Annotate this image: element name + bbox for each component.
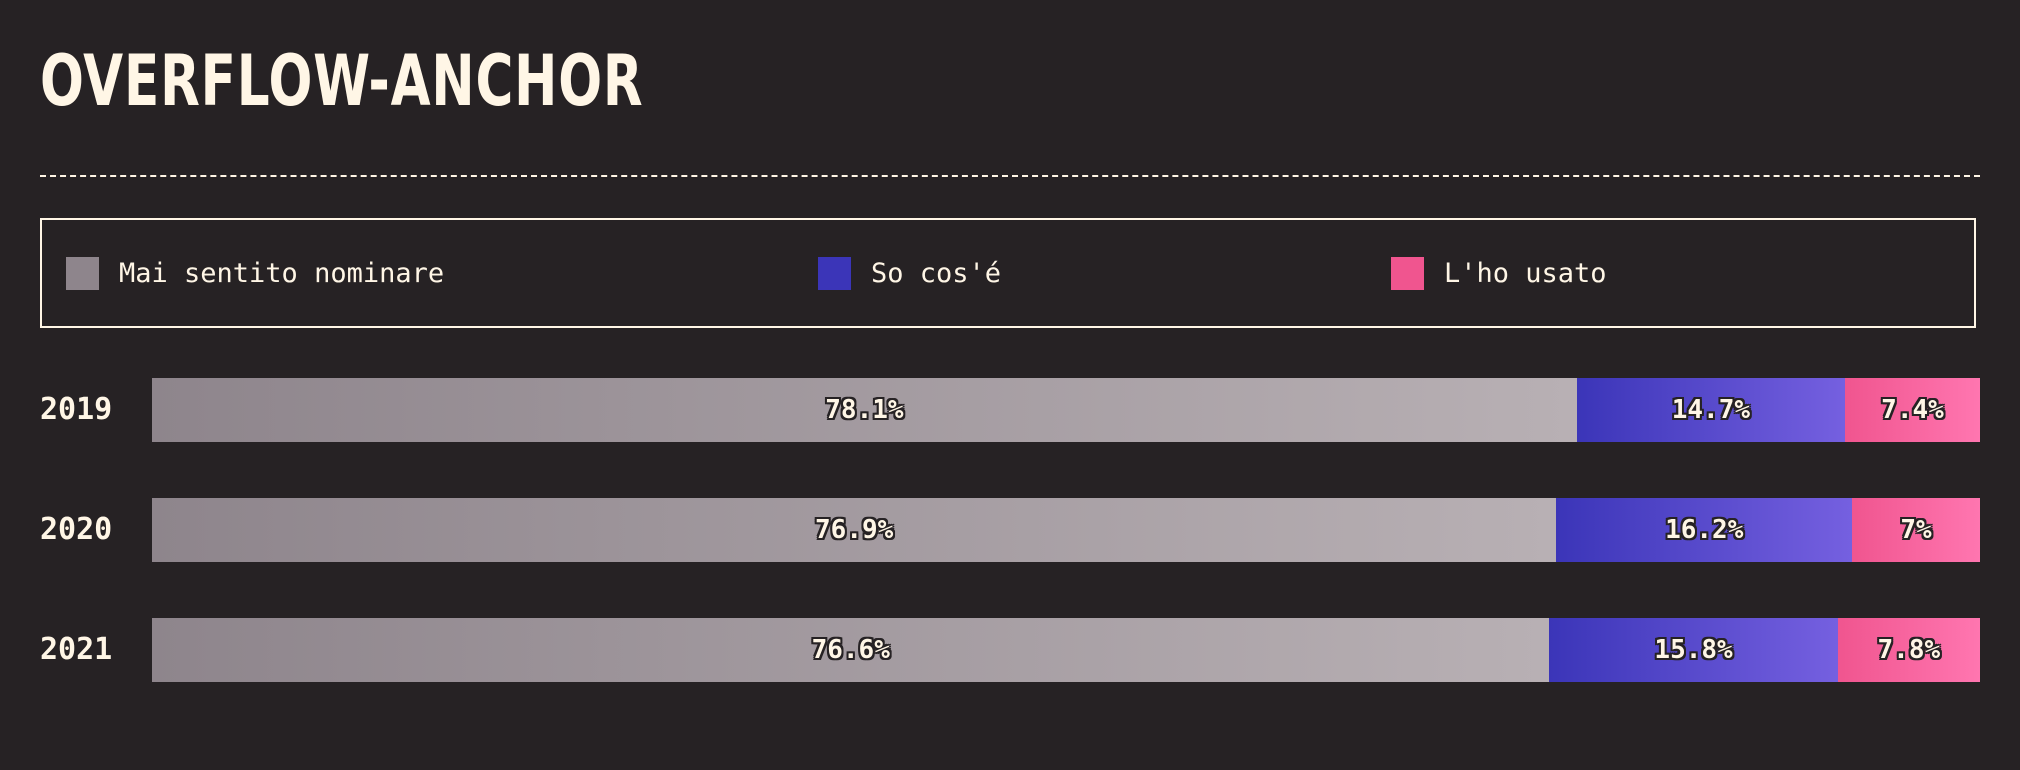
category-label: 2020 (40, 512, 113, 547)
legend-item-used[interactable]: L'ho usato (1391, 255, 1607, 291)
category-label: 2019 (40, 392, 113, 427)
legend-label: So cos'é (871, 257, 1002, 289)
bar-segment[interactable]: 16.2% (1556, 498, 1853, 562)
bar-segment[interactable]: 76.6% (152, 618, 1550, 682)
legend-item-never-heard[interactable]: Mai sentito nominare (66, 255, 444, 291)
legend-swatch (818, 256, 851, 290)
bar-row-2020: 2020 76.9% 16.2% 7% (40, 498, 1980, 562)
legend-swatch (66, 256, 99, 290)
bar-segment[interactable]: 14.7% (1576, 378, 1845, 442)
bar-segment[interactable]: 7% (1852, 498, 1980, 562)
legend-label: Mai sentito nominare (119, 257, 445, 289)
bar-segment[interactable]: 78.1% (152, 378, 1577, 442)
bar-segment[interactable]: 76.9% (152, 498, 1557, 562)
stacked-bar: 76.9% 16.2% 7% (152, 498, 1980, 562)
legend-swatch (1391, 256, 1424, 290)
legend-item-know-what[interactable]: So cos'é (818, 255, 1001, 291)
chart-title: OVERFLOW-ANCHOR (40, 40, 644, 122)
legend-label: L'ho usato (1444, 257, 1607, 289)
bar-segment[interactable]: 7.8% (1837, 618, 1980, 682)
title-divider (40, 175, 1980, 177)
bar-row-2019: 2019 78.1% 14.7% 7.4% (40, 378, 1980, 442)
bar-segment[interactable]: 7.4% (1844, 378, 1980, 442)
bar-segment[interactable]: 15.8% (1549, 618, 1838, 682)
legend: Mai sentito nominare So cos'é L'ho usato (40, 218, 1976, 328)
category-label: 2021 (40, 632, 113, 667)
bar-row-2021: 2021 76.6% 15.8% 7.8% (40, 618, 1980, 682)
stacked-bar-chart: 2019 78.1% 14.7% 7.4% 2020 76.9% 16.2% 7% 2021 76… (40, 378, 1980, 698)
stacked-bar: 78.1% 14.7% 7.4% (152, 378, 1980, 442)
stacked-bar: 76.6% 15.8% 7.8% (152, 618, 1980, 682)
